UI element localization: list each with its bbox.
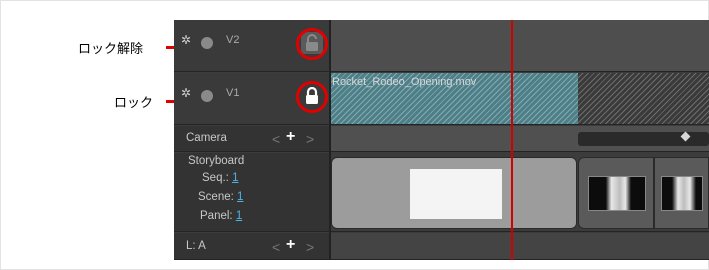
camera-add-button[interactable]: + [286,129,295,145]
lock-highlight-ring [296,81,328,113]
storyboard-title: Storyboard [188,155,245,167]
panel-link[interactable]: 1 [236,210,242,222]
storyboard-next-clips[interactable] [578,157,709,229]
track-header-audio: L: A < + > [174,233,330,260]
character-thumbnail [588,176,646,211]
seq-link[interactable]: 1 [232,172,238,184]
seq-label: Seq.: [202,172,229,184]
audio-label: L: A [186,240,206,252]
track-name-v2: V2 [226,34,240,46]
scene-link[interactable]: 1 [237,191,243,203]
video-clip[interactable]: Rocket_Rodeo_Opening.mov [330,73,578,124]
character-thumbnail [661,176,703,211]
unlock-callout-label: ロック解除 [78,42,144,57]
unlock-highlight-ring [296,28,328,60]
scene-label: Scene: [198,191,234,203]
track-content-camera [330,126,709,152]
camera-next-button[interactable]: > [306,132,314,146]
panel-row: Panel: 1 [200,210,242,222]
snowflake-icon[interactable]: ✲ [181,34,191,46]
camera-prev-button[interactable]: < [272,132,280,146]
track-content-v1: Rocket_Rodeo_Opening.mov [330,73,709,125]
track-header-v2: ✲ V2 [174,20,330,72]
seq-row: Seq.: 1 [202,172,238,184]
track-header-storyboard: Storyboard Seq.: 1 Scene: 1 Panel: 1 [174,153,330,232]
header-divider [329,20,331,260]
audio-add-button[interactable]: + [286,237,295,253]
clip-separator [653,158,655,228]
track-content-v2 [330,20,709,72]
track-header-v1: ✲ V1 [174,73,330,125]
snowflake-icon[interactable]: ✲ [181,87,191,99]
dot-icon[interactable] [201,90,213,102]
track-header-camera: Camera < + > [174,126,330,152]
panel-thumbnail [410,169,502,219]
camera-keyframe-bar[interactable] [578,132,709,146]
empty-hatched-region [578,73,709,124]
track-name-v1: V1 [226,87,240,99]
timeline-panel: ✲ V2 ✲ V1 Rocket_Rodeo_Opening.mov Camer… [174,20,709,260]
camera-label: Camera [186,132,227,144]
clip-name: Rocket_Rodeo_Opening.mov [332,76,477,88]
track-content-audio [330,233,709,260]
storyboard-panel-clip[interactable] [331,157,577,229]
audio-next-button[interactable]: > [306,240,314,254]
dot-icon[interactable] [201,37,213,49]
scene-row: Scene: 1 [198,191,243,203]
audio-prev-button[interactable]: < [272,240,280,254]
playhead[interactable] [511,20,513,260]
panel-label: Panel: [200,210,233,222]
track-content-storyboard [330,153,709,232]
lock-callout-label: ロック [114,96,154,111]
